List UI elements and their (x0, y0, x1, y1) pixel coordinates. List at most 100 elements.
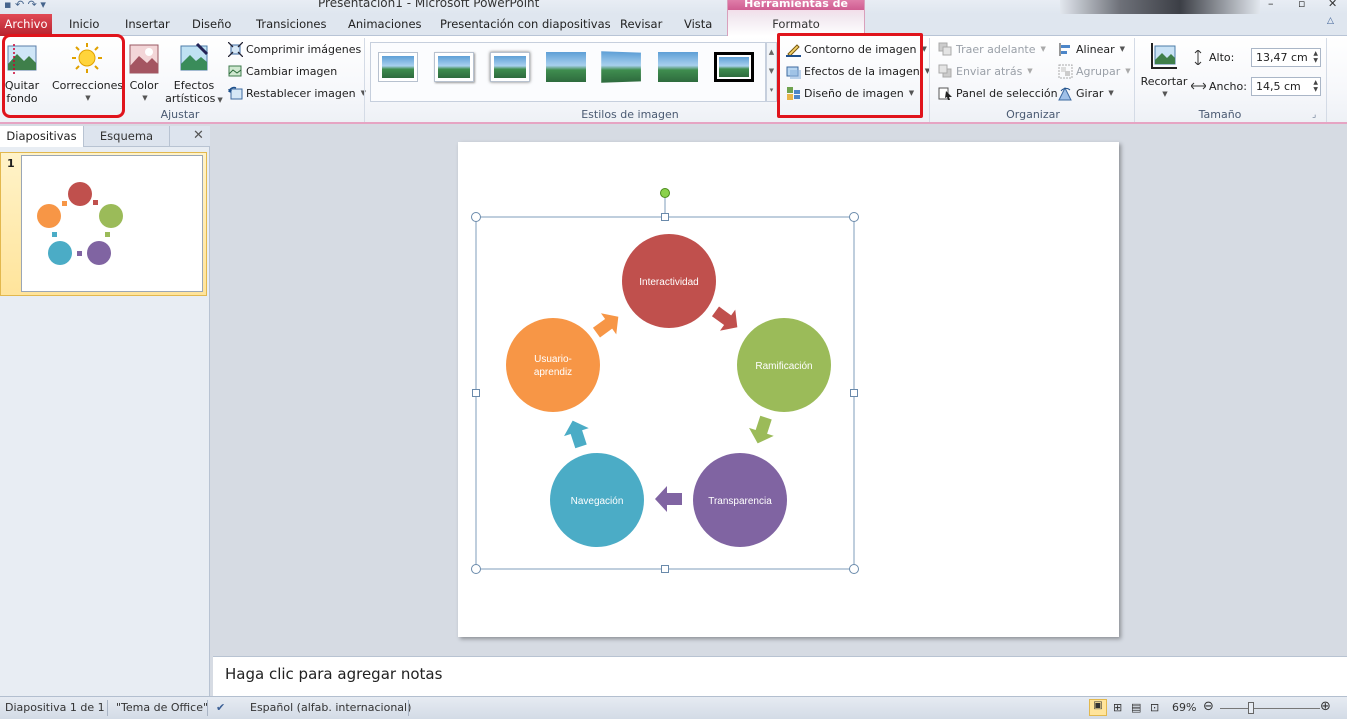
zoom-out-icon[interactable]: ⊖ (1203, 699, 1214, 714)
tab-insertar[interactable]: Insertar (125, 17, 170, 31)
status-language[interactable]: Español (alfab. internacional) (250, 701, 411, 714)
alinear-label: Alinear (1076, 42, 1115, 56)
ancho-stepper-icon[interactable]: ▲ ▼ (1313, 79, 1318, 93)
color-caret-icon: ▼ (142, 94, 148, 102)
zoom-level[interactable]: 69% (1172, 701, 1196, 714)
bring-forward-icon (938, 42, 952, 55)
notes-pane[interactable]: Haga clic para agregar notas (213, 656, 1347, 696)
tab-vista[interactable]: Vista (684, 17, 712, 31)
color-button[interactable]: Color ▼ (126, 42, 162, 105)
zoom-slider-track[interactable] (1220, 708, 1320, 709)
picture-style-3[interactable] (490, 52, 530, 82)
efectos-label-1: Efectos (173, 79, 215, 92)
window-title: Presentación1 - Microsoft PowerPoint (318, 0, 540, 10)
group-label-organizar: Organizar (1006, 108, 1060, 121)
group-separator (1326, 38, 1327, 122)
tab-diapositivas[interactable]: Diapositivas (0, 126, 84, 147)
rotation-handle[interactable] (660, 188, 670, 198)
tab-diseno[interactable]: Diseño (192, 17, 231, 31)
ribbon-minimize-icon[interactable]: △ (1327, 16, 1334, 26)
tab-transiciones[interactable]: Transiciones (256, 17, 327, 31)
smartart-diagram[interactable]: Interactividad Ramificación Transparenci… (458, 142, 1119, 637)
efectos-label-2: artísticos ▼ (165, 92, 223, 105)
status-theme[interactable]: "Tema de Office" (116, 701, 208, 714)
normal-view-icon[interactable]: ▣ (1089, 699, 1107, 716)
cambiar-imagen-button[interactable]: Cambiar imagen (228, 62, 337, 80)
picture-style-7[interactable] (714, 52, 754, 82)
maximize-icon[interactable]: ▫ (1298, 0, 1305, 10)
ribbon-tabs: Inicio Insertar Diseño Transiciones Anim… (0, 14, 1347, 36)
tab-esquema[interactable]: Esquema (84, 126, 170, 147)
picture-style-1[interactable] (378, 52, 418, 82)
alto-field[interactable]: 13,47 cm ▲ ▼ (1251, 48, 1321, 67)
highlight-box-estilos (777, 33, 923, 118)
tab-animaciones[interactable]: Animaciones (348, 17, 422, 31)
slide-sorter-icon[interactable]: ⊞ (1113, 701, 1122, 714)
picture-style-2[interactable] (434, 52, 474, 82)
tab-formato[interactable]: Formato (728, 17, 864, 31)
zoom-slider-thumb[interactable] (1248, 702, 1254, 714)
ancho-field[interactable]: 14,5 cm ▲ ▼ (1251, 77, 1321, 96)
ribbon: Quitar fondo Correcciones ▼ Color ▼ Efec… (0, 36, 1347, 124)
agrupar-label: Agrupar (1076, 64, 1121, 78)
alto-stepper-icon[interactable]: ▲ ▼ (1313, 50, 1318, 64)
enviar-atras-button[interactable]: Enviar atrás ▼ (938, 62, 1033, 80)
girar-button[interactable]: Girar ▼ (1058, 84, 1114, 102)
group-label-ajustar: Ajustar (160, 108, 200, 121)
ancho-value: 14,5 cm (1256, 80, 1301, 93)
context-header: Herramientas de imagen (728, 0, 864, 10)
color-label: Color (129, 79, 159, 92)
agrupar-button[interactable]: Agrupar ▼ (1058, 62, 1131, 80)
picture-style-4[interactable] (546, 52, 586, 82)
girar-label: Girar (1076, 86, 1104, 100)
align-icon (1059, 42, 1070, 56)
comprimir-imagenes-button[interactable]: Comprimir imágenes (228, 40, 361, 58)
group-separator (364, 38, 365, 122)
quick-access-toolbar[interactable]: ▪ ↶ ↷ ▾ (4, 0, 46, 11)
slideshow-icon[interactable]: ⊡ (1150, 701, 1159, 714)
slide-thumbnail[interactable] (21, 155, 203, 292)
gallery-scroll[interactable]: ▲ ▼ ▾ (766, 42, 777, 102)
node-label-transparencia: Transparencia (708, 496, 772, 507)
slides-panel: Diapositivas Esquema ✕ 1 (0, 126, 210, 696)
close-icon[interactable]: ✕ (1328, 0, 1337, 10)
picture-style-5[interactable] (601, 51, 641, 83)
panel-tabs: Diapositivas Esquema ✕ (0, 126, 210, 147)
reset-picture-icon (228, 86, 243, 99)
tab-revisar[interactable]: Revisar (620, 17, 662, 31)
group-label-estilos: Estilos de imagen (581, 108, 679, 121)
picture-style-6[interactable] (658, 52, 698, 82)
cycle-arrow (711, 306, 738, 331)
alto-label: Alto: (1209, 50, 1235, 64)
slide-thumbnail-item[interactable]: 1 (0, 152, 207, 296)
group-separator (929, 38, 930, 122)
group-label-tamano: Tamaño (1198, 108, 1242, 121)
selection-pane-icon (938, 87, 952, 100)
title-bar: ▪ ↶ ↷ ▾ Presentación1 - Microsoft PowerP… (0, 0, 1347, 14)
thumbnail-diagram (37, 182, 123, 265)
notes-placeholder: Haga clic para agregar notas (225, 665, 443, 683)
recortar-button[interactable]: Recortar ▼ (1140, 42, 1188, 101)
traer-adelante-button[interactable]: Traer adelante ▼ (938, 40, 1046, 58)
cycle-arrow (564, 420, 589, 449)
slide-canvas[interactable]: Interactividad Ramificación Transparenci… (458, 142, 1119, 637)
tab-archivo[interactable]: Archivo (0, 14, 52, 36)
panel-seleccion-button[interactable]: Panel de selección (938, 84, 1058, 102)
zoom-in-icon[interactable]: ⊕ (1320, 699, 1331, 714)
minimize-icon[interactable]: – (1268, 0, 1274, 10)
tab-inicio[interactable]: Inicio (69, 17, 99, 31)
efectos-artisticos-button[interactable]: Efectos artísticos ▼ (164, 42, 224, 107)
alinear-button[interactable]: Alinear ▼ (1058, 40, 1125, 58)
cambiar-label: Cambiar imagen (246, 64, 338, 78)
restablecer-imagen-button[interactable]: Restablecer imagen▼ (228, 84, 366, 102)
size-dialog-launcher-icon[interactable]: ⌟ (1312, 110, 1316, 120)
diagram-node-usuario-aprendiz[interactable] (506, 318, 600, 412)
reading-view-icon[interactable]: ▤ (1131, 701, 1141, 714)
spellcheck-icon[interactable]: ✔ (216, 701, 225, 714)
close-panel-icon[interactable]: ✕ (193, 128, 204, 143)
ancho-label-group: Ancho: (1191, 77, 1247, 95)
tab-presentacion[interactable]: Presentación con diapositivas (440, 17, 611, 31)
artistic-effects-icon (180, 42, 209, 71)
title-bar-shade (1060, 0, 1260, 14)
node-label-ramificacion: Ramificación (755, 361, 812, 372)
